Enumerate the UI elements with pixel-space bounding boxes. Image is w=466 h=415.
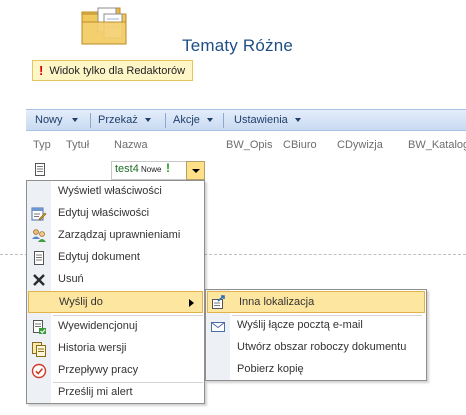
menu-item-edit-document[interactable]: Edytuj dokument <box>27 247 204 269</box>
menu-item-send-to[interactable]: Wyślij do <box>28 291 203 313</box>
menu-item-version-history[interactable]: Historia wersji <box>27 338 204 360</box>
menu-item-label: Wyświetl właściwości <box>58 185 162 197</box>
permissions-icon <box>31 228 47 244</box>
actions-menu-label: Akcje <box>173 114 200 126</box>
page-title: Tematy Różne <box>182 36 294 55</box>
chevron-down-icon <box>71 118 78 122</box>
menu-item-create-document-workspace[interactable]: Utwórz obszar roboczy dokumentu <box>206 337 426 359</box>
menu-item-checkout[interactable]: Wyewidencjonuj <box>27 316 204 338</box>
menu-item-label: Edytuj właściwości <box>58 207 150 219</box>
column-header-cdywizja[interactable]: CDywizja <box>337 139 383 151</box>
menu-item-other-location[interactable]: Inna lokalizacja <box>207 291 425 313</box>
edit-properties-icon <box>31 206 47 222</box>
new-badge: Nowe <box>141 165 162 174</box>
new-item-mark: ! <box>166 161 170 175</box>
item-menu-dropdown-button[interactable] <box>186 161 205 180</box>
menu-item-email-link[interactable]: Wyślij łącze pocztą e-mail <box>206 315 426 337</box>
column-header-bw-opis[interactable]: BW_Opis <box>226 139 272 151</box>
chevron-down-icon <box>192 169 200 173</box>
checkout-icon <box>31 319 47 335</box>
toolbar-divider <box>165 113 166 128</box>
menu-item-label: Utwórz obszar roboczy dokumentu <box>237 341 407 353</box>
menu-item-label: Edytuj dokument <box>58 251 140 263</box>
column-header-type[interactable]: Typ <box>33 139 51 151</box>
menu-item-delete[interactable]: Usuń <box>27 269 204 291</box>
email-link-icon <box>210 318 226 334</box>
forward-menu-button[interactable]: Przekaż <box>98 114 151 126</box>
chevron-right-icon <box>189 299 194 307</box>
version-history-icon <box>31 341 47 357</box>
settings-menu-label: Ustawienia <box>234 114 288 126</box>
document-icon <box>31 250 47 266</box>
menu-item-label: Prześlij mi alert <box>58 386 133 398</box>
settings-menu-button[interactable]: Ustawienia <box>234 114 301 126</box>
menu-item-label: Wyślij do <box>59 296 103 308</box>
chevron-down-icon <box>294 118 301 122</box>
send-to-submenu: Inna lokalizacja Wyślij łącze pocztą e-m… <box>205 289 427 381</box>
document-type-icon <box>35 163 45 176</box>
item-context-menu: Wyświetl właściwości Edytuj właściwości … <box>26 180 205 404</box>
new-menu-label: Nowy <box>35 114 63 126</box>
menu-item-workflows[interactable]: Przepływy pracy <box>27 360 204 382</box>
menu-item-label: Wyślij łącze pocztą e-mail <box>237 319 363 331</box>
menu-item-label: Usuń <box>58 273 84 285</box>
menu-item-manage-permissions[interactable]: Zarządzaj uprawnieniami <box>27 225 204 247</box>
item-name-link[interactable]: test4 <box>115 163 139 175</box>
other-location-icon <box>211 294 227 310</box>
menu-item-label: Zarządzaj uprawnieniami <box>58 229 181 241</box>
menu-item-label: Wyewidencjonuj <box>58 320 138 332</box>
chevron-down-icon <box>206 118 213 122</box>
workflow-icon <box>31 363 47 379</box>
notice-text: Widok tylko dla Redaktorów <box>49 64 186 77</box>
delete-x-icon <box>31 272 47 288</box>
menu-item-view-properties[interactable]: Wyświetl właściwości <box>27 181 204 203</box>
exclamation-icon: ! <box>39 63 44 78</box>
editor-view-notice: ! Widok tylko dla Redaktorów <box>32 60 193 81</box>
menu-item-label: Inna lokalizacja <box>239 296 315 308</box>
column-header-name[interactable]: Nazwa <box>114 139 148 151</box>
folder-icon <box>80 4 138 48</box>
list-toolbar: Nowy Przekaż Akcje Ustawienia <box>26 109 466 131</box>
menu-item-label: Historia wersji <box>58 342 127 354</box>
menu-item-label: Przepływy pracy <box>58 364 139 376</box>
menu-item-label: Pobierz kopię <box>237 363 304 375</box>
toolbar-divider <box>90 113 91 128</box>
column-header-bw-katalog[interactable]: BW_Katalog <box>408 139 466 151</box>
toolbar-divider <box>223 113 224 128</box>
menu-item-download-copy[interactable]: Pobierz kopię <box>206 359 426 381</box>
column-header-cbiuro[interactable]: CBiuro <box>283 139 317 151</box>
menu-item-edit-properties[interactable]: Edytuj właściwości <box>27 203 204 225</box>
chevron-down-icon <box>144 118 151 122</box>
menu-item-alert-me[interactable]: Prześlij mi alert <box>27 382 204 404</box>
forward-menu-label: Przekaż <box>98 114 138 126</box>
table-row[interactable] <box>26 160 466 182</box>
new-menu-button[interactable]: Nowy <box>35 114 78 126</box>
actions-menu-button[interactable]: Akcje <box>173 114 213 126</box>
column-header-title[interactable]: Tytuł <box>66 139 89 151</box>
